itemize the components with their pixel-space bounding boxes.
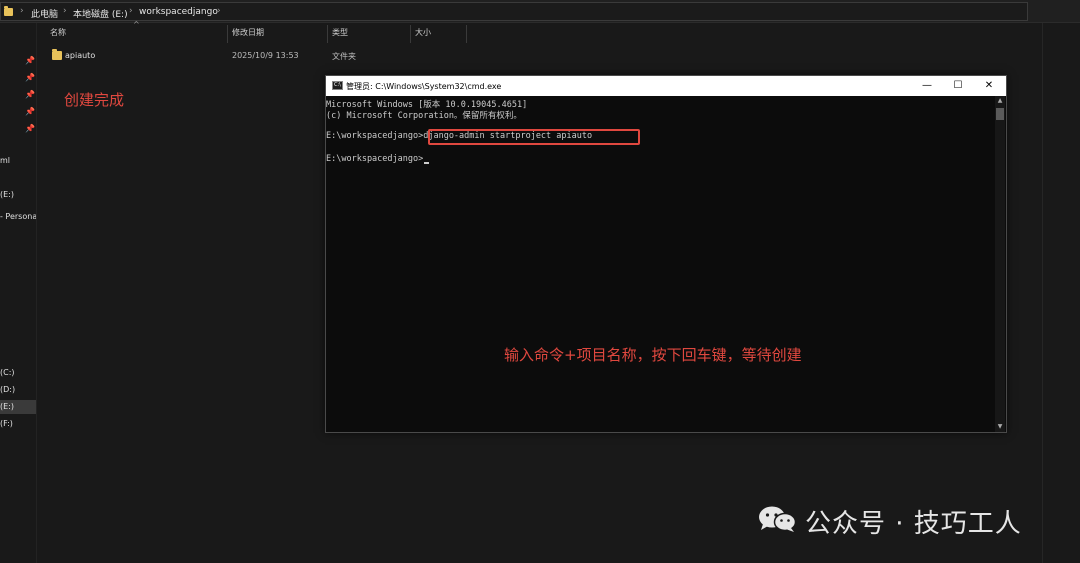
cmd-title-bar[interactable]: C:\ 管理员: C:\Windows\System32\cmd.exe — ☐…: [326, 76, 1006, 96]
column-divider[interactable]: [327, 25, 328, 43]
console-prompt: E:\workspacedjango>: [326, 154, 424, 164]
folder-icon: [4, 6, 13, 16]
command-highlight-box: [428, 129, 640, 145]
address-box[interactable]: › 此电脑 › 本地磁盘 (E:) › workspacedjango ›: [0, 2, 1028, 21]
column-divider[interactable]: [410, 25, 411, 43]
pin-icon: 📌: [25, 107, 35, 116]
sidebar-item-drive-e[interactable]: (E:): [0, 190, 36, 199]
minimize-button[interactable]: —: [912, 78, 942, 94]
sidebar-item-personal[interactable]: - Persona: [0, 212, 36, 221]
column-divider[interactable]: [466, 25, 467, 43]
column-divider[interactable]: [227, 25, 228, 43]
column-header-type[interactable]: 类型: [332, 27, 348, 43]
close-button[interactable]: ✕: [974, 78, 1004, 94]
scroll-down-icon[interactable]: ▼: [995, 422, 1005, 432]
cmd-window-title: 管理员: C:\Windows\System32\cmd.exe: [346, 82, 502, 91]
maximize-button[interactable]: ☐: [943, 78, 973, 94]
column-header-modified[interactable]: 修改日期: [232, 27, 264, 43]
console-line: (c) Microsoft Corporation。保留所有权利。: [326, 111, 522, 121]
console-prompt-line: E:\workspacedjango>: [326, 154, 430, 164]
sidebar-item[interactable]: ml: [0, 156, 36, 165]
pin-icon: 📌: [25, 73, 35, 82]
pin-icon: 📌: [25, 124, 35, 133]
sort-ascending-icon: ^: [133, 20, 140, 29]
file-name[interactable]: apiauto: [65, 51, 95, 60]
chevron-right-icon[interactable]: ›: [20, 6, 24, 16]
breadcrumb-drive-e[interactable]: 本地磁盘 (E:): [73, 7, 128, 20]
column-header-size[interactable]: 大小: [415, 27, 431, 43]
column-header-name[interactable]: 名称: [50, 27, 66, 43]
sidebar-item-drive-e-selected[interactable]: (E:): [0, 400, 36, 414]
chevron-right-icon[interactable]: ›: [63, 6, 67, 16]
pin-icon: 📌: [25, 90, 35, 99]
cmd-scrollbar[interactable]: ▲ ▼: [995, 96, 1005, 432]
annotation-created: 创建完成: [64, 91, 125, 109]
file-type: 文件夹: [332, 52, 356, 61]
address-bar: › 此电脑 › 本地磁盘 (E:) › workspacedjango ›: [0, 0, 1080, 23]
chevron-right-icon[interactable]: ›: [129, 6, 133, 16]
sidebar-item-drive-d[interactable]: (D:): [0, 385, 36, 394]
scroll-up-icon[interactable]: ▲: [995, 96, 1005, 106]
breadcrumb-workspacedjango[interactable]: workspacedjango: [139, 7, 218, 17]
annotation-instruction: 输入命令+项目名称，按下回车键，等待创建: [504, 346, 802, 364]
scroll-thumb[interactable]: [996, 108, 1004, 120]
cmd-icon: C:\: [332, 81, 343, 90]
cmd-window[interactable]: C:\ 管理员: C:\Windows\System32\cmd.exe — ☐…: [325, 75, 1007, 433]
file-modified: 2025/10/9 13:53: [232, 51, 299, 60]
sidebar-item-drive-f[interactable]: (F:): [0, 419, 36, 428]
sidebar-item-drive-c[interactable]: (C:): [0, 368, 36, 377]
pane-divider: [1042, 23, 1043, 563]
breadcrumb-this-pc[interactable]: 此电脑: [31, 7, 58, 20]
wechat-icon: [759, 506, 797, 532]
watermark-text: 公众号 · 技巧工人: [805, 509, 1022, 539]
text-cursor: [424, 162, 430, 164]
chevron-right-icon[interactable]: ›: [217, 6, 221, 16]
navigation-pane: 📌 📌 📌 📌 📌 ml (E:) - Persona (C:) (D:) (E…: [0, 23, 37, 563]
pin-icon: 📌: [25, 56, 35, 65]
folder-icon: [52, 49, 62, 60]
cmd-console[interactable]: Microsoft Windows [版本 10.0.19045.4651] (…: [326, 96, 994, 432]
